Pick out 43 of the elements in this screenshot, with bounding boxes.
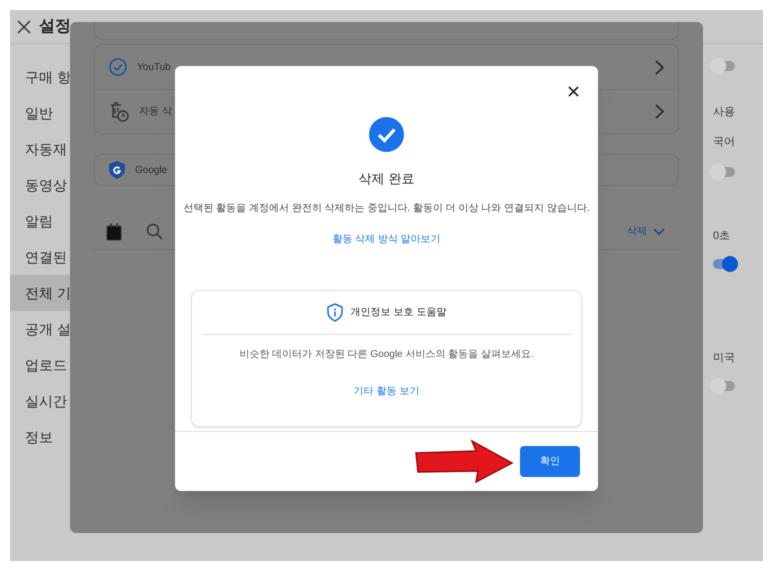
card-row-text: 자동 삭 [139, 105, 172, 119]
close-icon[interactable] [17, 20, 31, 34]
help-card-title: 개인정보 보호 도움말 [350, 306, 446, 320]
close-icon[interactable] [568, 86, 579, 97]
help-card-text: 비슷한 데이터가 저장된 다른 Google 서비스의 활동을 살펴보세요. [239, 348, 534, 362]
learn-more-link[interactable]: 활동 삭제 방식 알아보기 [332, 232, 441, 246]
card-row-text: YouTub [137, 60, 171, 74]
arrow-icon [414, 439, 514, 484]
trash-clock-icon [109, 102, 129, 122]
sidebar-item[interactable]: 실시간 [10, 383, 70, 419]
sidebar-item[interactable]: 업로드 [10, 347, 70, 383]
sidebar-item[interactable]: 자동재 [10, 131, 70, 167]
sidebar-item[interactable]: 알림 [10, 203, 70, 239]
toggle-switch[interactable] [713, 381, 735, 391]
sidebar-item[interactable]: 정보 [10, 419, 70, 455]
sidebar-item[interactable]: 일반 [10, 95, 70, 131]
card-text: Google [135, 164, 168, 178]
check-circle-icon [369, 117, 404, 152]
other-activity-link[interactable]: 기타 활동 보기 [354, 384, 420, 398]
sidebar-item[interactable]: 구매 항 [10, 59, 70, 95]
page-title: 설정 [39, 16, 71, 36]
setting-text: 0초 [713, 229, 730, 243]
calendar-icon[interactable] [106, 222, 122, 240]
dialog-title: 삭제 완료 [358, 170, 414, 188]
setting-text: 사용 [713, 105, 735, 119]
sidebar-item[interactable]: 전체 기 [10, 275, 70, 311]
sidebar-item[interactable]: 공개 설 [10, 311, 70, 347]
confirm-button[interactable]: 확인 [520, 446, 580, 477]
sidebar-item[interactable]: 연결된 [10, 239, 70, 275]
check-circle-icon [109, 58, 127, 76]
setting-text: 미국 [713, 351, 735, 365]
toggle-switch[interactable] [713, 61, 735, 71]
setting-text: 국어 [713, 135, 735, 149]
search-icon[interactable] [146, 223, 163, 240]
toggle-switch[interactable] [713, 167, 735, 177]
dialog-message: 선택된 활동을 계정에서 완전히 삭제하는 중입니다. 활동이 더 이상 나와 연결되지 않습니다. [183, 202, 590, 216]
shield-icon [109, 161, 125, 179]
toggle-switch[interactable] [713, 259, 735, 269]
chevron-right-icon[interactable] [655, 104, 664, 119]
chevron-right-icon[interactable] [655, 60, 664, 74]
sidebar-item[interactable]: 동영상 [10, 167, 70, 203]
shield-info-icon [326, 302, 343, 322]
chevron-down-icon [653, 228, 665, 235]
